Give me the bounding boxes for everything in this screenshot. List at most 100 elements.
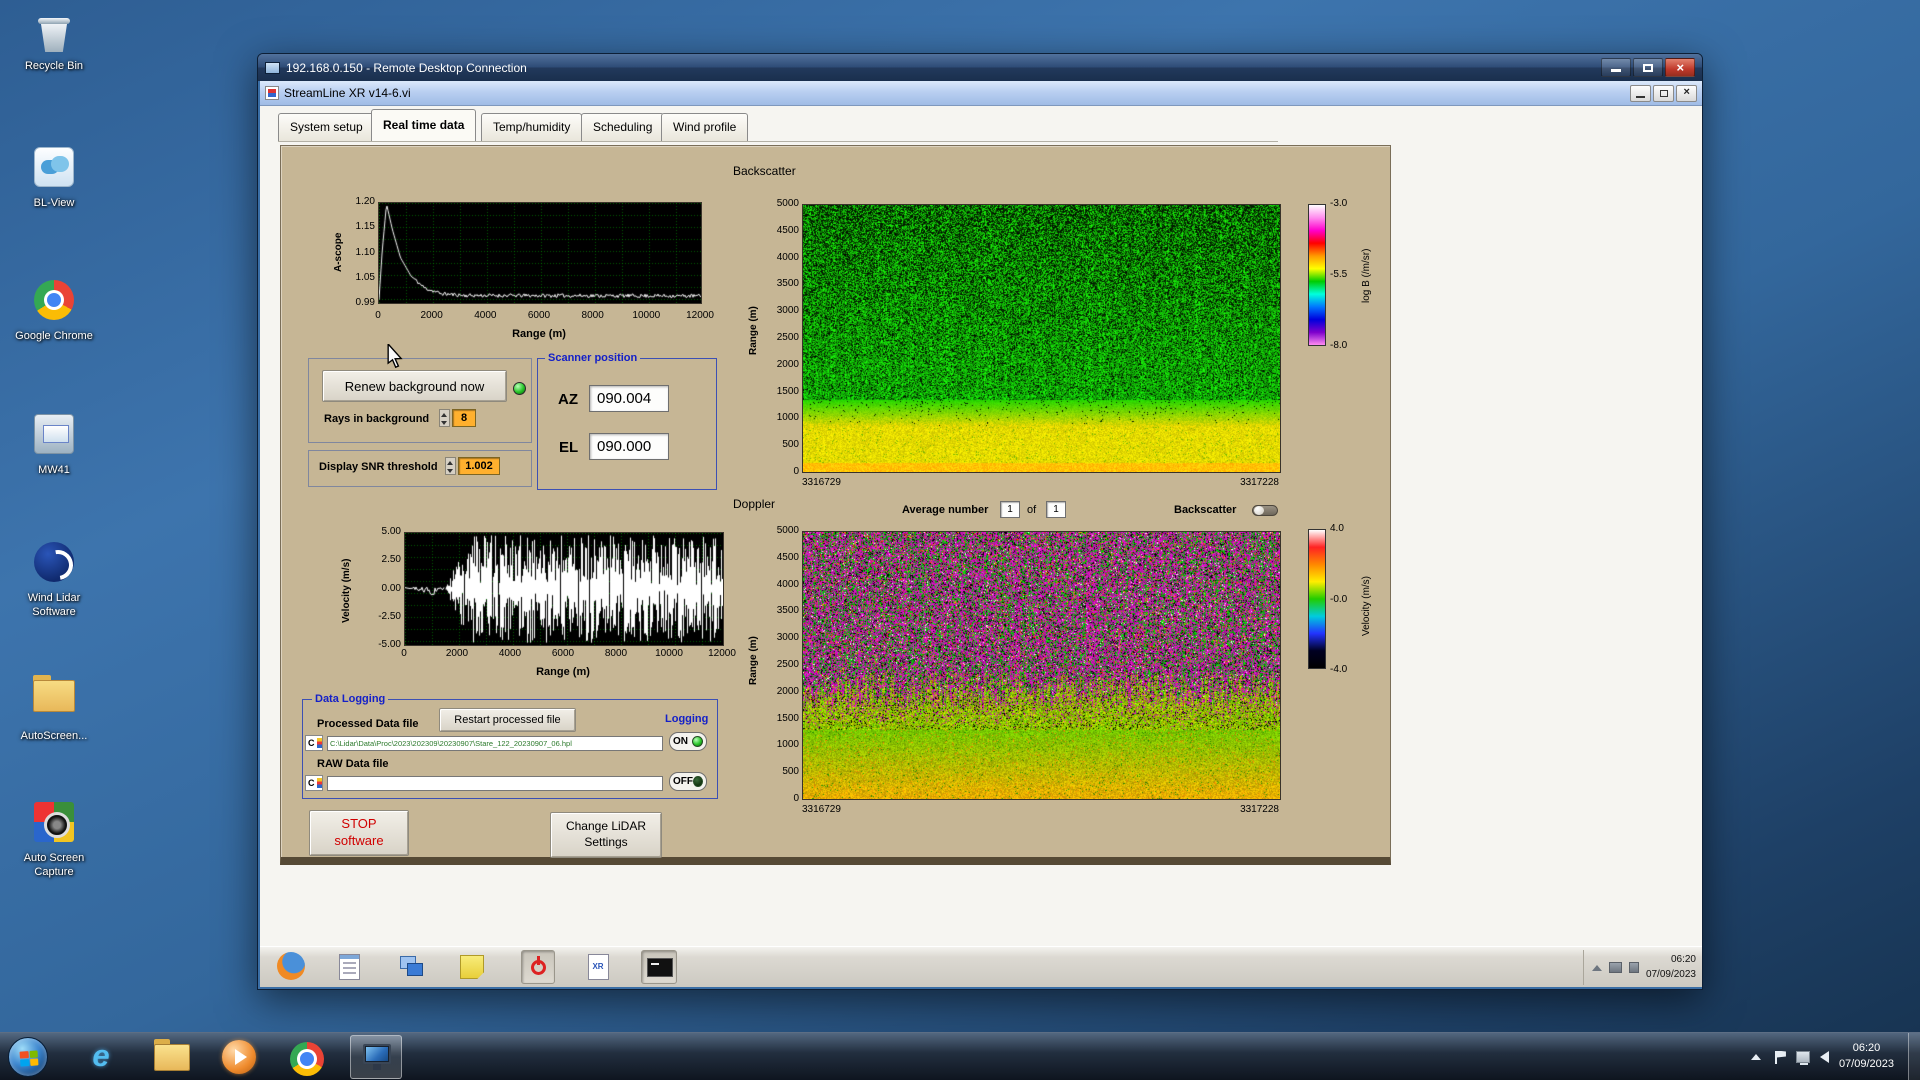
average-total-field[interactable]: 1 (1046, 501, 1066, 518)
tick-label: 500 (782, 439, 799, 450)
processed-logging-toggle[interactable]: ON (669, 732, 707, 751)
raw-path-field[interactable] (327, 776, 663, 791)
remote-sticky-notes-icon[interactable] (457, 952, 487, 982)
rdp-taskbar-button-active[interactable] (350, 1035, 402, 1079)
rdc-titlebar[interactable]: 192.168.0.150 - Remote Desktop Connectio… (258, 54, 1702, 81)
tick-label: 3317228 (1240, 804, 1279, 815)
network-tray-icon[interactable] (1796, 1051, 1810, 1063)
tab-system-setup[interactable]: System setup (278, 113, 375, 141)
app-titlebar[interactable]: StreamLine XR v14-6.vi × (260, 81, 1702, 106)
taskbar-clock[interactable]: 06:20 07/09/2023 (1839, 1041, 1894, 1073)
tab-real-time-data[interactable]: Real time data (371, 109, 476, 141)
desktop-icon-label: Auto Screen Capture (8, 852, 100, 880)
rays-in-background-field[interactable]: 8 (452, 409, 476, 427)
tab-scheduling[interactable]: Scheduling (581, 113, 664, 141)
labview-front-panel: A-scope 1.201.151.101.050.99 02000400060… (280, 145, 1391, 865)
processed-drive-selector[interactable]: C (305, 735, 323, 751)
doppler-title: Doppler (733, 497, 775, 511)
tick-label: 3316729 (802, 477, 841, 488)
snr-increment-decrement[interactable] (445, 457, 456, 475)
change-lidar-settings-button[interactable]: Change LiDARSettings (550, 812, 662, 858)
tick-label: 4000 (777, 252, 799, 263)
app-restore-button[interactable] (1653, 85, 1674, 102)
app-minimize-button[interactable] (1630, 85, 1651, 102)
tick-label: 4000 (474, 310, 496, 321)
remote-volume-tray-icon[interactable] (1629, 962, 1639, 973)
folder-icon (154, 1044, 190, 1071)
remote-shutdown-icon[interactable] (521, 950, 555, 984)
raw-drive-selector[interactable]: C (305, 775, 323, 791)
snr-threshold-field[interactable]: 1.002 (458, 457, 500, 475)
az-field[interactable]: 090.004 (589, 385, 669, 412)
tick-label: 0 (793, 793, 799, 804)
a-scope-xticks: 020004000600080001000012000 (378, 310, 700, 322)
folder-icon (31, 680, 77, 726)
tab-wind-profile[interactable]: Wind profile (661, 113, 748, 141)
raw-logging-toggle[interactable]: OFF (669, 772, 707, 791)
processed-path-field[interactable]: C:\Lidar\Data\Proc\2023\202309\20230907\… (327, 736, 663, 751)
desktop-icon-autoscreen[interactable]: AutoScreen... (8, 672, 100, 744)
velocity-xlabel: Range (m) (404, 666, 722, 678)
tick-label: 1000 (777, 412, 799, 423)
remote-display-tray-icon[interactable] (1609, 962, 1622, 973)
tick-label: 1500 (777, 386, 799, 397)
remote-browser-icon[interactable] (277, 952, 307, 982)
media-player-icon (222, 1040, 256, 1074)
ie-e-icon: e (84, 1040, 118, 1074)
tick-label: 10000 (655, 648, 683, 659)
desktop-icon-bl-view[interactable]: BL-View (8, 145, 100, 211)
desktop-icon-wind-lidar[interactable]: Wind Lidar Software (8, 540, 100, 620)
recycle-bin-icon (31, 10, 77, 56)
chrome-taskbar-icon[interactable] (290, 1040, 324, 1074)
tick-label: -8.0 (1330, 340, 1347, 351)
average-number-field[interactable]: 1 (1000, 501, 1020, 518)
desktop-icon-google-chrome[interactable]: Google Chrome (8, 278, 100, 344)
ie-taskbar-icon[interactable]: e (84, 1040, 118, 1074)
desktop-icon-label: Recycle Bin (8, 60, 100, 74)
remote-hidden-icons-arrow[interactable] (1592, 965, 1602, 971)
desktop-icon-mw41[interactable]: MW41 (8, 412, 100, 478)
rdc-maximize-button[interactable] (1633, 58, 1663, 77)
remote-network-icon[interactable] (397, 952, 427, 982)
windows-flag-icon (19, 1050, 38, 1066)
renew-background-button[interactable]: Renew background now (322, 370, 507, 402)
remote-notepad-icon[interactable] (334, 952, 364, 982)
tick-label: 5000 (777, 525, 799, 536)
remote-taskbar-clock[interactable]: 06:20 07/09/2023 (1646, 953, 1696, 982)
el-field[interactable]: 090.000 (589, 433, 669, 460)
app-client-area: System setup Real time data Temp/humidit… (260, 106, 1702, 946)
close-icon: × (1666, 60, 1694, 75)
tick-label: -5.5 (1330, 269, 1347, 280)
desktop-icon-recycle-bin[interactable]: Recycle Bin (8, 10, 100, 74)
show-hidden-icons-arrow[interactable] (1751, 1054, 1761, 1060)
stop-software-button[interactable]: STOPsoftware (309, 810, 409, 856)
dark-led-icon (693, 776, 703, 787)
rdc-close-button[interactable]: × (1665, 58, 1695, 77)
backscatter-toggle[interactable] (1252, 505, 1278, 516)
snr-threshold-label: Display SNR threshold (319, 461, 438, 473)
average-number-label: Average number (902, 504, 988, 516)
desktop-icon-auto-screen-capture[interactable]: Auto Screen Capture (8, 800, 100, 880)
wmp-taskbar-icon[interactable] (222, 1040, 256, 1074)
tick-label: 2000 (777, 359, 799, 370)
rays-increment-decrement[interactable] (439, 409, 450, 427)
show-desktop-button[interactable] (1908, 1033, 1920, 1080)
volume-tray-icon[interactable] (1820, 1051, 1829, 1063)
rdc-minimize-button[interactable] (1601, 58, 1631, 77)
chrome-icon (31, 280, 77, 326)
tick-label: -5.00 (378, 639, 401, 650)
scanner-position-box (537, 358, 717, 490)
remote-xr-document-icon[interactable]: XR (583, 952, 613, 982)
tick-label: 4.0 (1330, 523, 1344, 534)
tick-label: 4500 (777, 552, 799, 563)
tick-label: -4.0 (1330, 664, 1347, 675)
restart-processed-file-button[interactable]: Restart processed file (439, 708, 576, 732)
remote-console-icon[interactable] (641, 950, 677, 984)
tick-label: -2.50 (378, 611, 401, 622)
app-close-button[interactable]: × (1676, 85, 1697, 102)
start-orb[interactable] (8, 1037, 48, 1077)
tab-temp-humidity[interactable]: Temp/humidity (481, 113, 582, 141)
bl-view-icon (31, 147, 77, 193)
action-center-flag-icon[interactable] (1775, 1051, 1786, 1064)
explorer-taskbar-icon[interactable] (154, 1040, 188, 1074)
